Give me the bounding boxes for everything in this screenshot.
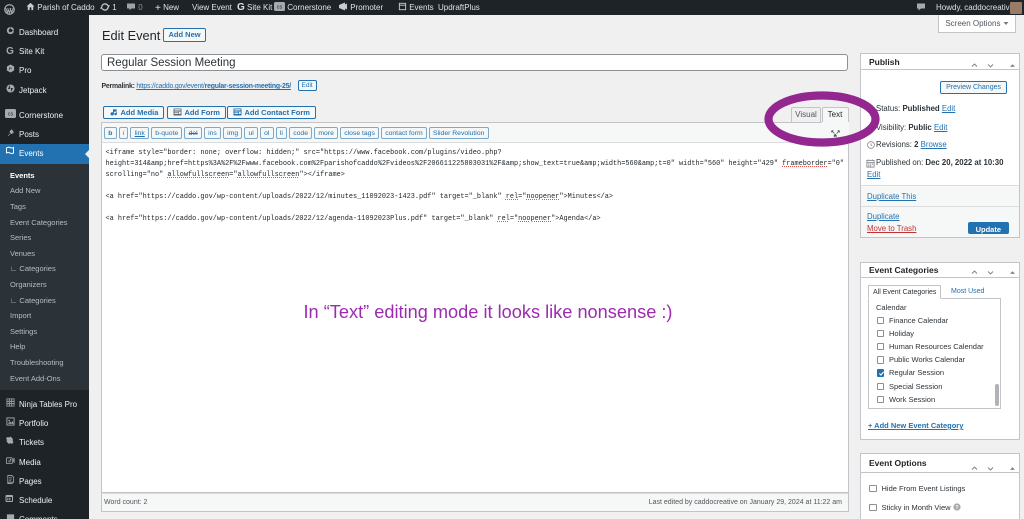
svg-text:?: ? bbox=[955, 505, 958, 511]
svg-text:cs: cs bbox=[277, 5, 283, 11]
svg-text:P: P bbox=[9, 66, 12, 71]
svg-text:cs: cs bbox=[8, 111, 14, 117]
